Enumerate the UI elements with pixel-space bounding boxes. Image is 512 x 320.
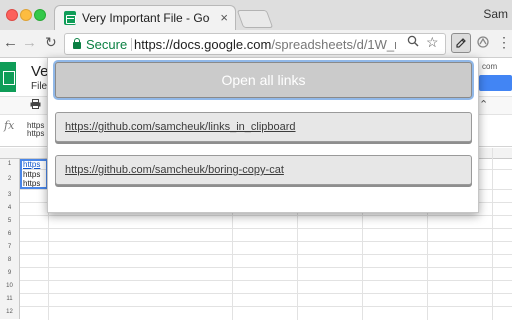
print-icon[interactable]	[30, 99, 41, 112]
lock-icon	[73, 38, 81, 49]
links-in-clipboard-extension-icon[interactable]	[451, 33, 471, 53]
gridline	[20, 306, 512, 307]
sheets-favicon-icon	[64, 11, 76, 25]
row-header[interactable]: 11	[0, 293, 20, 306]
sheets-logo-icon[interactable]	[0, 62, 16, 92]
row-header[interactable]: 10	[0, 280, 20, 293]
menu-file[interactable]: File	[31, 81, 47, 92]
open-all-links-button[interactable]: Open all links	[55, 62, 472, 98]
row-header[interactable]: 9	[0, 267, 20, 280]
profile-name[interactable]: Sam	[483, 7, 508, 21]
gridline	[20, 267, 512, 268]
collapse-chevron-icon[interactable]: ⌃	[479, 98, 488, 111]
row-header[interactable]: 2	[0, 169, 20, 189]
doc-title[interactable]: Ve	[31, 63, 49, 80]
forward-arrow-icon[interactable]: →	[22, 34, 37, 51]
reload-icon[interactable]: ↻	[45, 34, 57, 51]
star-icon[interactable]: ☆	[426, 34, 439, 51]
secure-label: Secure	[86, 37, 128, 52]
row-header[interactable]: 3	[0, 189, 20, 202]
row-header[interactable]: 6	[0, 228, 20, 241]
row-header[interactable]: 8	[0, 254, 20, 267]
tab-title: Very Important File - Google Sheets	[82, 11, 210, 25]
row-header[interactable]: 12	[0, 306, 20, 319]
link-button[interactable]: https://github.com/samcheuk/links_in_cli…	[55, 112, 472, 142]
row-header[interactable]: 1	[0, 159, 20, 169]
maximize-window-button[interactable]	[34, 9, 46, 21]
close-window-button[interactable]	[6, 9, 18, 21]
browser-toolbar: ← → ↻ Secure https://docs.google.com/spr…	[0, 30, 512, 58]
zoom-icon[interactable]	[407, 35, 419, 50]
gridline	[20, 293, 512, 294]
minimize-window-button[interactable]	[20, 9, 32, 21]
row-header[interactable]: 5	[0, 215, 20, 228]
share-button[interactable]	[479, 75, 512, 91]
account-email[interactable]: com	[482, 62, 497, 71]
browser-titlebar: Very Important File - Google Sheets × Sa…	[0, 0, 512, 30]
url-path: /spreadsheets/d/1W_mR...	[271, 37, 396, 52]
address-separator	[131, 38, 132, 51]
row-header[interactable]: 4	[0, 202, 20, 215]
back-arrow-icon[interactable]: ←	[3, 34, 18, 51]
row-header[interactable]: 7	[0, 241, 20, 254]
fx-icon: fx	[4, 119, 15, 132]
tab-close-icon[interactable]: ×	[220, 10, 228, 25]
gridline	[20, 228, 512, 229]
url-text[interactable]: https://docs.google.com/spreadsheets/d/1…	[134, 37, 396, 52]
url-domain: docs.google.com	[173, 37, 272, 52]
gridline	[20, 241, 512, 242]
gridline	[20, 215, 512, 216]
extension-icon[interactable]	[476, 35, 490, 52]
gridline	[20, 280, 512, 281]
menu-icon[interactable]: ⋮	[497, 34, 511, 51]
new-tab-button[interactable]	[236, 10, 274, 28]
gridline	[20, 254, 512, 255]
address-bar[interactable]: Secure https://docs.google.com/spreadshe…	[64, 33, 446, 55]
browser-tab-active[interactable]: Very Important File - Google Sheets ×	[54, 5, 236, 30]
url-prefix: https://	[134, 37, 174, 52]
extension-popup: Open all links https://github.com/samche…	[47, 57, 479, 213]
selected-cell-outline	[20, 159, 48, 189]
formula-line-2: https	[27, 129, 45, 138]
link-button[interactable]: https://github.com/samcheuk/boring-copy-…	[55, 155, 472, 185]
gridline	[492, 148, 493, 320]
